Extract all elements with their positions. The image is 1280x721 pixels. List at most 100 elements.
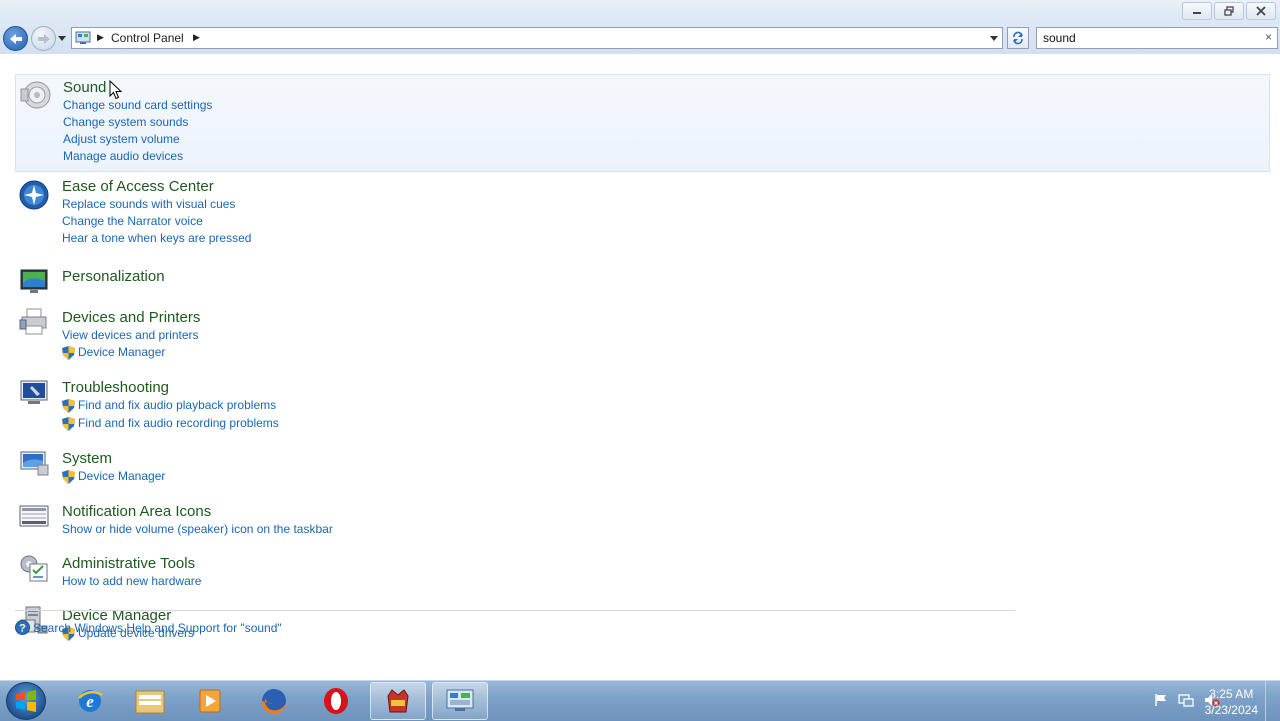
result-personalization: Personalization <box>15 261 1270 302</box>
opera-icon <box>324 688 348 714</box>
result-link-label: Find and fix audio recording problems <box>78 416 279 430</box>
result-system: System Device Manager <box>15 443 1270 496</box>
breadcrumb-control-panel[interactable]: Control Panel <box>111 31 184 45</box>
result-link[interactable]: Replace sounds with visual cues <box>62 196 1270 213</box>
result-link[interactable]: Device Manager <box>62 344 1270 361</box>
recent-pages-dropdown[interactable] <box>58 36 66 41</box>
result-link[interactable]: Show or hide volume (speaker) icon on th… <box>62 521 1270 538</box>
breadcrumb-arrow[interactable]: ▶ <box>193 32 200 43</box>
result-link-label: Find and fix audio playback problems <box>78 398 277 412</box>
result-link-label: Device Manager <box>78 345 166 359</box>
result-administrative-tools: Administrative Tools How to add new hard… <box>15 548 1270 600</box>
divider <box>15 610 1015 611</box>
search-value: sound <box>1043 31 1076 45</box>
taskbar-control-panel[interactable] <box>432 682 488 720</box>
result-troubleshooting: Troubleshooting Find and fix audio playb… <box>15 372 1270 443</box>
windows-logo-icon <box>16 690 36 712</box>
ease-of-access-icon <box>19 180 49 210</box>
taskbar-file-explorer[interactable] <box>122 682 178 720</box>
refresh-button[interactable] <box>1007 27 1029 49</box>
system-icon <box>20 451 49 476</box>
close-button[interactable] <box>1246 2 1276 20</box>
result-title[interactable]: Administrative Tools <box>62 554 1270 573</box>
result-title[interactable]: Personalization <box>62 267 1270 286</box>
file-explorer-icon <box>135 690 165 714</box>
printer-icon <box>19 308 47 335</box>
uac-shield-icon <box>62 399 75 413</box>
restore-button[interactable] <box>1214 2 1244 20</box>
result-link[interactable]: Change the Narrator voice <box>62 213 1270 230</box>
speaker-icon <box>20 81 51 109</box>
result-link[interactable]: Adjust system volume <box>63 131 1269 148</box>
mouse-cursor-icon <box>109 80 122 100</box>
back-arrow-icon <box>9 33 22 44</box>
control-panel-icon <box>446 689 474 711</box>
control-panel-icon <box>75 31 91 44</box>
result-title[interactable]: System <box>62 449 1270 468</box>
restore-icon <box>1224 6 1234 16</box>
taskbar-opera[interactable] <box>308 682 364 720</box>
forward-arrow-icon <box>37 33 50 44</box>
result-link[interactable]: How to add new hardware <box>62 573 1270 590</box>
result-link[interactable]: Hear a tone when keys are pressed <box>62 230 1270 247</box>
result-link[interactable]: Change sound card settings <box>63 97 1269 114</box>
title-bar <box>0 0 1280 24</box>
start-button[interactable] <box>6 682 46 720</box>
uac-shield-icon <box>62 346 75 360</box>
result-link-label: Device Manager <box>78 469 166 483</box>
search-input[interactable]: sound × <box>1036 27 1278 49</box>
internet-explorer-icon: e <box>78 690 103 712</box>
uac-shield-icon <box>62 470 75 484</box>
result-title[interactable]: Troubleshooting <box>62 378 1270 397</box>
result-link[interactable]: View devices and printers <box>62 327 1270 344</box>
result-sound: Sound Change sound card settings Change … <box>15 74 1270 172</box>
taskbar: e 3:25 AM 3/23/2024 <box>0 680 1280 721</box>
result-notification-area-icons: Notification Area Icons Show or hide vol… <box>15 496 1270 548</box>
minimize-icon <box>1193 12 1201 14</box>
taskbar-media-player[interactable] <box>182 682 238 720</box>
clock-time: 3:25 AM <box>1209 687 1254 701</box>
notification-area-icon <box>19 505 49 527</box>
admin-tools-icon <box>20 555 48 582</box>
close-icon <box>1256 6 1266 16</box>
minimize-button[interactable] <box>1182 2 1212 20</box>
show-desktop-button[interactable] <box>1265 681 1280 721</box>
clock-date: 3/23/2024 <box>1204 703 1258 717</box>
result-ease-of-access: Ease of Access Center Replace sounds wit… <box>15 175 1270 261</box>
firefox-icon <box>261 689 286 715</box>
result-title[interactable]: Notification Area Icons <box>62 502 1270 521</box>
refresh-icon <box>1013 31 1023 45</box>
back-button[interactable] <box>3 26 28 51</box>
result-link[interactable]: Find and fix audio playback problems <box>62 397 1270 414</box>
network-icon[interactable] <box>1178 693 1194 707</box>
result-title[interactable]: Devices and Printers <box>62 308 1270 327</box>
address-bar[interactable]: ▶ Control Panel ▶ <box>71 27 1003 49</box>
result-devices-and-printers: Devices and Printers View devices and pr… <box>15 302 1270 372</box>
clear-search-icon[interactable]: × <box>1265 30 1272 44</box>
uac-shield-icon <box>62 417 75 431</box>
taskbar-firefox[interactable] <box>246 682 302 720</box>
result-link[interactable]: Manage audio devices <box>63 148 1269 165</box>
caption-buttons <box>1182 2 1276 20</box>
game-icon <box>387 689 409 713</box>
result-link[interactable]: Find and fix audio recording problems <box>62 415 1270 432</box>
clock[interactable]: 3:25 AM 3/23/2024 <box>1205 686 1258 718</box>
media-player-icon <box>199 689 221 713</box>
help-icon: ? <box>15 620 30 635</box>
personalization-icon <box>20 269 48 293</box>
help-search-link[interactable]: ? Search Windows Help and Support for "s… <box>15 619 282 636</box>
address-dropdown[interactable] <box>990 36 998 41</box>
forward-button[interactable] <box>31 26 56 51</box>
result-link[interactable]: Change system sounds <box>63 114 1269 131</box>
taskbar-internet-explorer[interactable]: e <box>62 682 118 720</box>
action-center-flag-icon[interactable] <box>1154 693 1168 707</box>
help-search-label: Search Windows Help and Support for "sou… <box>33 620 282 635</box>
svg-text:e: e <box>86 692 94 711</box>
result-link[interactable]: Device Manager <box>62 468 1270 485</box>
taskbar-game[interactable] <box>370 682 426 720</box>
svg-text:?: ? <box>19 623 26 635</box>
result-title[interactable]: Ease of Access Center <box>62 177 1270 196</box>
troubleshooting-icon <box>20 380 48 404</box>
result-title[interactable]: Sound <box>63 78 1269 97</box>
breadcrumb-arrow[interactable]: ▶ <box>97 32 104 43</box>
